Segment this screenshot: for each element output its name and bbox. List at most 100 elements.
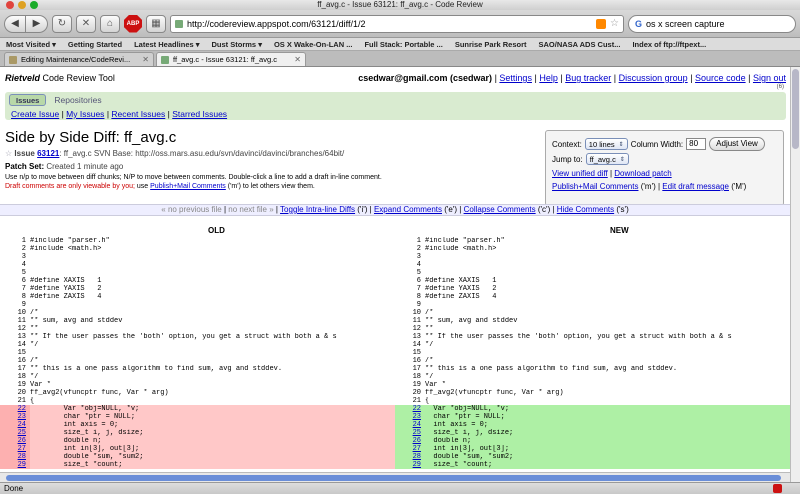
my-issues-link[interactable]: My Issues (66, 109, 104, 119)
new-side[interactable]: 11 ** sum, avg and stddev (395, 317, 790, 325)
old-side[interactable]: 26 double n; (0, 437, 395, 445)
url-bar[interactable]: http://codereview.appspot.com/63121/diff… (170, 14, 624, 33)
code-line[interactable]: /* (30, 357, 395, 365)
new-side[interactable]: 12 ** (395, 325, 790, 333)
line-number[interactable]: 26 (395, 437, 425, 445)
code-line[interactable]: ** If the user passes the 'both' option,… (30, 333, 395, 341)
new-side[interactable]: 5 (395, 269, 790, 277)
diff-row[interactable]: 18 */ 18 */ (0, 373, 790, 381)
diff-row[interactable]: 27 int in[3], out[3]; 27 int in[3], out[3… (0, 445, 790, 453)
search-input[interactable]: os x screen capture (646, 19, 725, 29)
new-side[interactable]: 21 { (395, 397, 790, 405)
code-line[interactable]: ** If the user passes the 'both' option,… (425, 333, 790, 341)
diff-row[interactable]: 19 Var * 19 Var * (0, 381, 790, 389)
diff-row[interactable]: 99 (0, 301, 790, 309)
jump-select[interactable]: ff_avg.c ⇕ (585, 153, 629, 165)
bookmark-item[interactable]: OS X Wake-On-LAN ... (274, 40, 352, 49)
code-line[interactable]: /* (30, 309, 395, 317)
minimize-window-button[interactable] (18, 1, 26, 9)
diff-row[interactable]: 21 {21 { (0, 397, 790, 405)
code-line[interactable]: #define YAXIS 2 (425, 285, 790, 293)
browser-tab[interactable]: Editing Maintenance/CodeRevi... ✕ (4, 52, 154, 66)
close-window-button[interactable] (6, 1, 14, 9)
old-side[interactable]: 24 int axis = 0; (0, 421, 395, 429)
diff-row[interactable]: 26 double n; 26 double n; (0, 437, 790, 445)
old-side[interactable]: 1 #include "parser.h" (0, 237, 395, 245)
old-side[interactable]: 10 /* (0, 309, 395, 317)
code-line[interactable] (425, 301, 790, 309)
bookmark-star-icon[interactable]: ☆ (610, 18, 619, 29)
create-issue-link[interactable]: Create Issue (11, 109, 59, 119)
new-side[interactable]: 24 int axis = 0; (395, 421, 790, 429)
new-side[interactable]: 23 char *ptr = NULL; (395, 413, 790, 421)
bookmark-item[interactable]: Dust Storms ▾ (212, 40, 262, 49)
url-input[interactable]: http://codereview.appspot.com/63121/diff… (187, 19, 592, 29)
code-line[interactable]: #include "parser.h" (425, 237, 790, 245)
old-side[interactable]: 27 int in[3], out[3]; (0, 445, 395, 453)
sign-out-link[interactable]: Sign out (753, 73, 786, 83)
code-line[interactable] (30, 269, 395, 277)
line-number[interactable]: 29 (395, 461, 425, 469)
new-side[interactable]: 25 size_t i, j, dsize; (395, 429, 790, 437)
edit-draft-message-link[interactable]: Edit draft message (662, 182, 729, 191)
code-line[interactable]: Var * (425, 381, 790, 389)
help-link[interactable]: Help (539, 73, 558, 83)
old-side[interactable]: 16 /* (0, 357, 395, 365)
old-side[interactable]: 4 (0, 261, 395, 269)
code-line[interactable]: #include "parser.h" (30, 237, 395, 245)
code-line[interactable]: Var * (30, 381, 395, 389)
code-line[interactable]: ff_avg2(vfuncptr func, Var * arg) (425, 389, 790, 397)
reload-icon[interactable]: ↻ (52, 14, 72, 33)
code-line[interactable]: #define ZAXIS 4 (30, 293, 395, 301)
code-line[interactable]: */ (30, 373, 395, 381)
zoom-window-button[interactable] (30, 1, 38, 9)
close-tab-icon[interactable]: ✕ (294, 55, 301, 64)
diff-row[interactable]: 23 char *ptr = NULL; 23 char *ptr = NULL; (0, 413, 790, 421)
google-search-icon[interactable]: G (635, 19, 642, 29)
new-side[interactable]: 7 #define YAXIS 2 (395, 285, 790, 293)
bookmark-item[interactable]: SAO/NASA ADS Cust... (539, 40, 621, 49)
old-side[interactable]: 13 ** If the user passes the 'both' optio… (0, 333, 395, 341)
new-side[interactable]: 29 size_t *count; (395, 461, 790, 469)
star-icon[interactable]: ☆ (5, 149, 12, 158)
code-line[interactable] (30, 253, 395, 261)
publish-mail-link[interactable]: Publish+Mail Comments (552, 182, 638, 191)
diff-row[interactable]: 20 ff_avg2(vfuncptr func, Var * arg) 20 ff_… (0, 389, 790, 397)
starred-issues-link[interactable]: Starred Issues (172, 109, 227, 119)
search-box[interactable]: G os x screen capture (628, 14, 796, 33)
diff-row[interactable]: 7 #define YAXIS 2 7 #define YAXIS 2 (0, 285, 790, 293)
line-number[interactable]: 24 (0, 421, 30, 429)
tab-repositories[interactable]: Repositories (48, 94, 107, 106)
new-side[interactable]: 17 ** this is a one pass algorithm to fin… (395, 365, 790, 373)
adblock-status-icon[interactable] (773, 484, 782, 493)
old-side[interactable]: 7 #define YAXIS 2 (0, 285, 395, 293)
old-side[interactable]: 3 (0, 253, 395, 261)
new-side[interactable]: 16 /* (395, 357, 790, 365)
code-line[interactable]: #define XAXIS 1 (425, 277, 790, 285)
code-line[interactable]: ** sum, avg and stddev (30, 317, 395, 325)
source-code-link[interactable]: Source code (695, 73, 746, 83)
bookmark-item[interactable]: Most Visited ▾ (6, 40, 56, 49)
old-side[interactable]: 2 #include <math.h> (0, 245, 395, 253)
code-line[interactable]: char *ptr = NULL; (30, 413, 395, 421)
line-number[interactable]: 28 (395, 453, 425, 461)
code-line[interactable]: double n; (425, 437, 790, 445)
line-number[interactable]: 27 (395, 445, 425, 453)
bookmark-item[interactable]: Index of ftp://ftpext... (632, 40, 706, 49)
old-side[interactable]: 11 ** sum, avg and stddev (0, 317, 395, 325)
line-number[interactable]: 23 (0, 413, 30, 421)
download-patch-link[interactable]: Download patch (614, 169, 671, 178)
diff-row[interactable]: 16 /* 16 /* (0, 357, 790, 365)
calendar-icon[interactable]: ▦ (146, 14, 166, 33)
code-line[interactable]: /* (425, 357, 790, 365)
code-line[interactable]: int in[3], out[3]; (425, 445, 790, 453)
expand-comments-link[interactable]: Expand Comments (374, 205, 442, 214)
settings-link[interactable]: Settings (499, 73, 532, 83)
hide-comments-link[interactable]: Hide Comments (557, 205, 614, 214)
forward-arrow-icon[interactable]: ▶ (26, 14, 48, 33)
old-side[interactable]: 14 */ (0, 341, 395, 349)
old-side[interactable]: 17 ** this is a one pass algorithm to fin… (0, 365, 395, 373)
code-line[interactable]: double *sum, *sum2; (425, 453, 790, 461)
line-number[interactable]: 22 (395, 405, 425, 413)
browser-tab-active[interactable]: ff_avg.c - Issue 63121: ff_avg.c ✕ (156, 52, 306, 66)
